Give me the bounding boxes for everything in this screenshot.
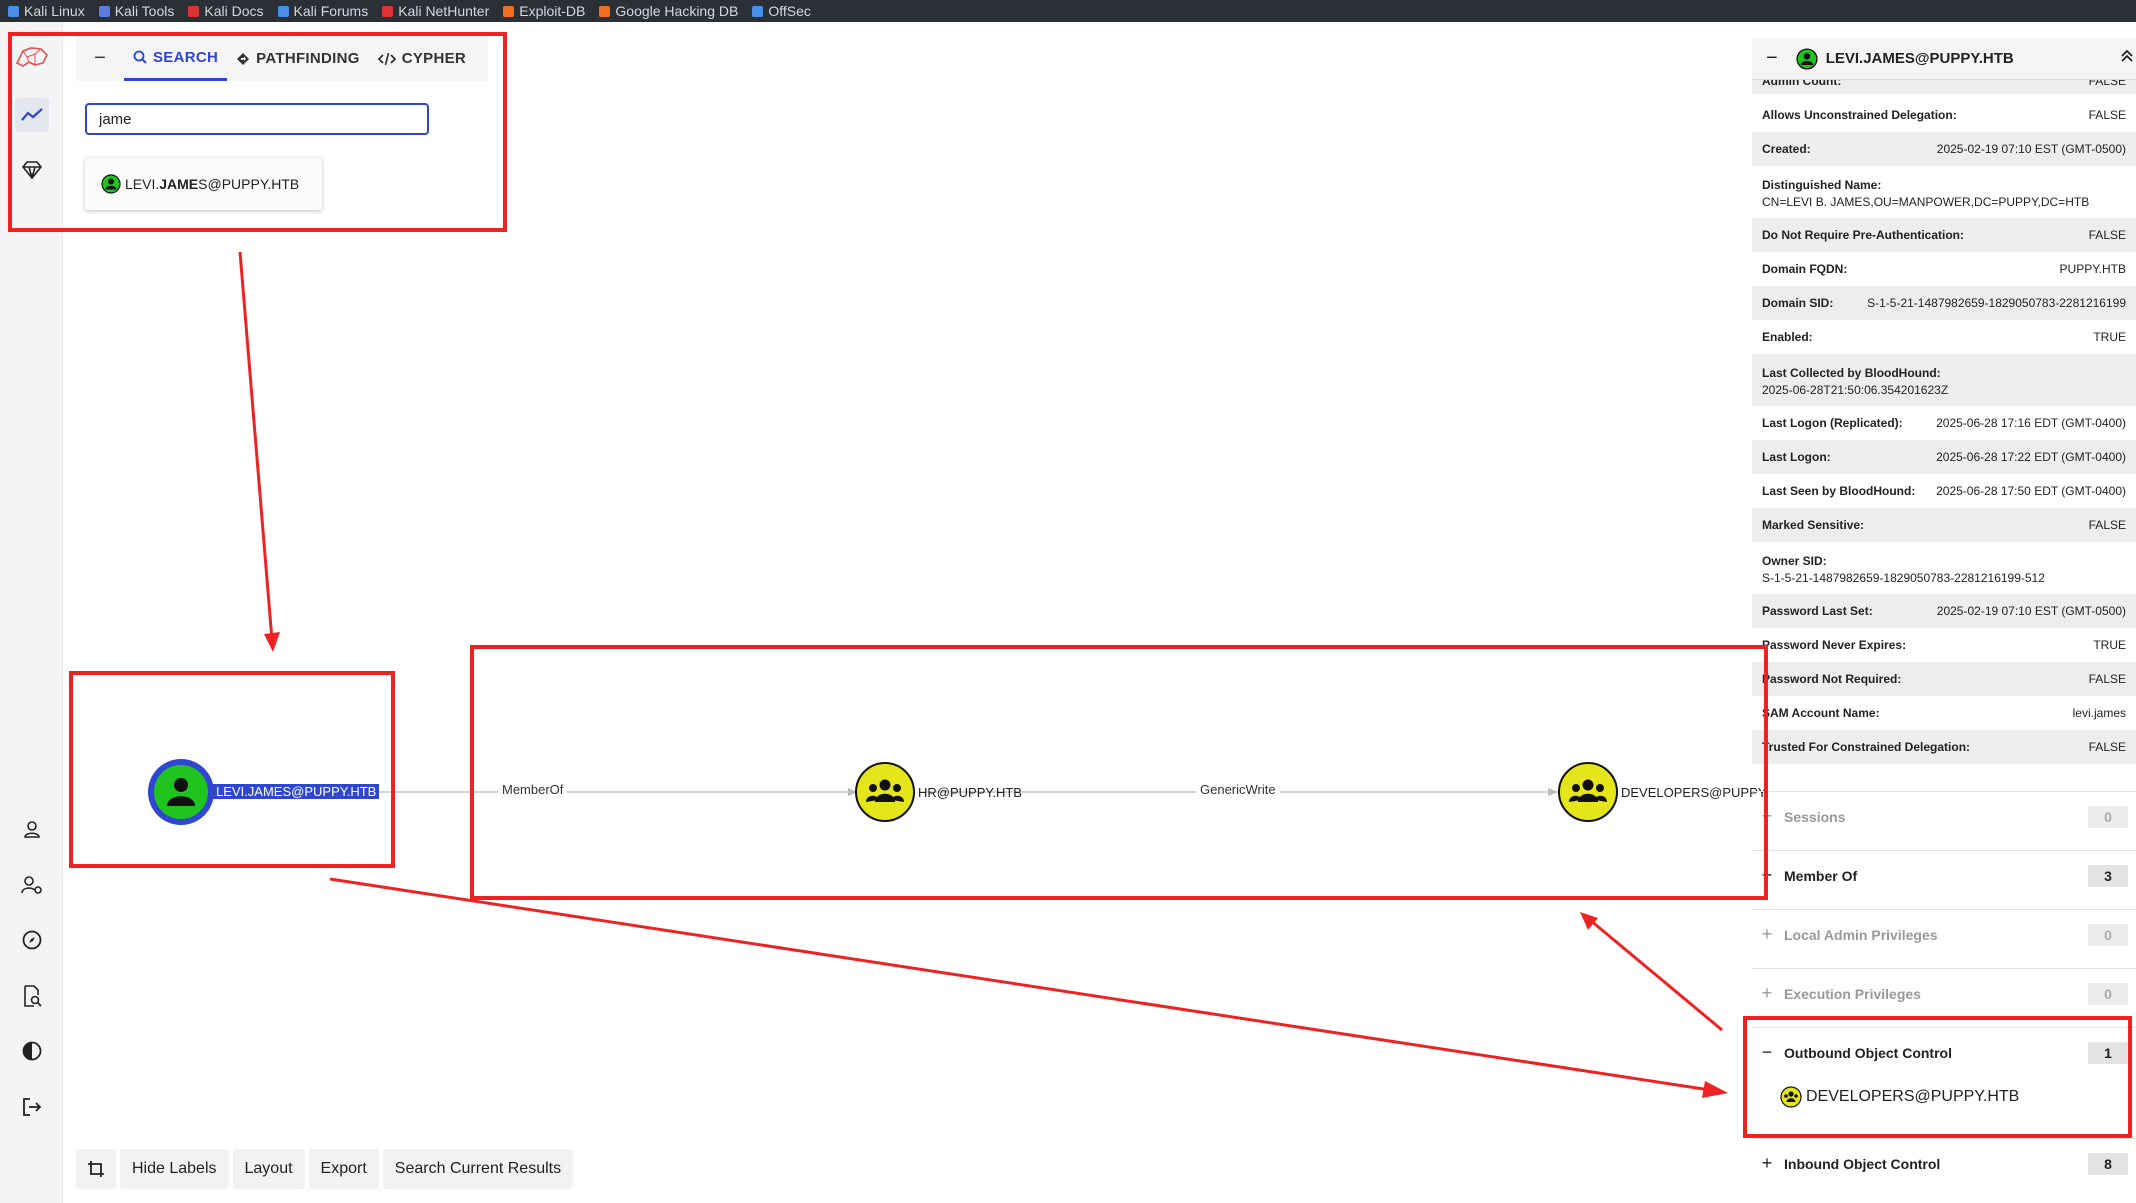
entity-panel-header: − LEVI.JAMES@PUPPY.HTB xyxy=(1752,38,2136,80)
chevron-up-icon[interactable] xyxy=(2120,48,2134,69)
prop-row: Created: 2025-02-19 07:10 EST (GMT-0500) xyxy=(1752,132,2136,166)
prop-row: Last Logon: 2025-06-28 17:22 EDT (GMT-040… xyxy=(1752,440,2136,474)
prop-row: Password Last Set: 2025-02-19 07:10 EST (… xyxy=(1752,594,2136,628)
graph-toolbar: Hide Labels Layout Export Search Current… xyxy=(76,1149,574,1189)
export-button[interactable]: Export xyxy=(308,1149,379,1189)
prop-row-admin-count: Admin Count: FALSE xyxy=(1752,78,2136,94)
prop-row: Domain SID: S-1-5-21-1487982659-182905078… xyxy=(1752,286,2136,320)
prop-row: Last Logon (Replicated): 2025-06-28 17:16… xyxy=(1762,416,2126,430)
prop-row: Enabled: TRUE xyxy=(1762,330,2126,344)
section-member-of[interactable]: + Member Of 3 xyxy=(1752,850,2136,900)
prop-row: Password Not Required: FALSE xyxy=(1752,662,2136,696)
crop-icon[interactable] xyxy=(76,1149,116,1189)
hide-labels-button[interactable]: Hide Labels xyxy=(120,1149,229,1189)
prop-row: Owner SID: S-1-5-21-1487982659-1829050783… xyxy=(1762,554,2045,585)
prop-row: Distinguished Name: CN=LEVI B. JAMES,OU=M… xyxy=(1762,178,2090,209)
prop-row: Marked Sensitive: FALSE xyxy=(1752,508,2136,542)
prop-row: Trusted For Constrained Delegation: FALSE xyxy=(1752,730,2136,764)
prop-row: SAM Account Name: levi.james xyxy=(1762,706,2126,720)
prop-row: Last Seen by BloodHound: 2025-06-28 17:50… xyxy=(1762,484,2126,498)
prop-row: Domain FQDN: PUPPY.HTB xyxy=(1762,262,2126,276)
prop-row: Allows Unconstrained Delegation: FALSE xyxy=(1762,108,2126,122)
annotation-box-search xyxy=(8,32,507,232)
section-sessions[interactable]: + Sessions 0 xyxy=(1752,791,2136,841)
annotation-box-outbound xyxy=(1743,1016,2132,1138)
collapse-entity-button[interactable]: − xyxy=(1766,47,1778,70)
prop-row: Last Collected by BloodHound: 2025-06-28T… xyxy=(1752,354,2136,406)
prop-row: Do Not Require Pre-Authentication: FALSE xyxy=(1752,218,2136,252)
annotation-box-path xyxy=(470,645,1768,900)
section-inbound-object-control[interactable]: + Inbound Object Control 8 xyxy=(1752,1138,2136,1188)
layout-button[interactable]: Layout xyxy=(232,1149,305,1189)
search-current-results-button[interactable]: Search Current Results xyxy=(382,1149,574,1189)
annotation-box-user-node xyxy=(69,671,395,868)
section-local-admin-privileges[interactable]: + Local Admin Privileges 0 xyxy=(1752,909,2136,959)
entity-title: LEVI.JAMES@PUPPY.HTB xyxy=(1825,50,2014,67)
section-execution-privileges[interactable]: + Execution Privileges 0 xyxy=(1752,968,2136,1018)
user-node-icon xyxy=(1796,47,1818,70)
prop-row: Password Never Expires: TRUE xyxy=(1762,638,2126,652)
